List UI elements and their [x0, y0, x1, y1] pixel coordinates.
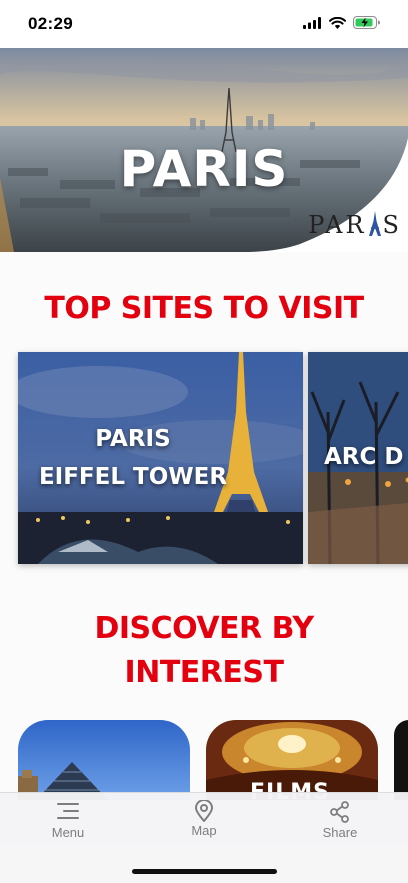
map-pin-icon [195, 800, 213, 822]
home-indicator-area [0, 844, 408, 883]
home-indicator[interactable] [132, 869, 277, 874]
status-icons [303, 16, 380, 29]
discover-title: DISCOVER BY INTEREST [0, 607, 408, 695]
site-card-eiffel-tower[interactable]: PARIS EIFFEL TOWER [18, 352, 303, 564]
discover-title-line-2: INTEREST [124, 655, 284, 690]
interest-card-films[interactable]: FILMS [206, 720, 378, 800]
louvre-image [18, 720, 190, 800]
bottom-tab-bar: Menu Map Share [0, 792, 408, 845]
battery-charging-icon [353, 16, 380, 29]
menu-icon [57, 803, 79, 819]
tab-map[interactable]: Map [136, 793, 272, 845]
tab-map-label: Map [191, 823, 217, 838]
tab-share-label: Share [322, 825, 358, 840]
interest-card-next[interactable] [394, 720, 408, 800]
tab-share[interactable]: Share [272, 793, 408, 845]
discover-title-line-1: DISCOVER BY [94, 611, 314, 646]
tab-menu[interactable]: Menu [0, 793, 136, 845]
logo-text-end: S [382, 211, 402, 239]
eiffel-logo-icon [368, 211, 381, 236]
site-card-line-1: PARIS [95, 426, 171, 452]
site-card-line-2: EIFFEL TOWER [38, 464, 228, 490]
hero-banner: PARIS PAR S [0, 48, 408, 252]
top-sites-title: TOP SITES TO VISIT [44, 291, 364, 326]
status-bar: 02:29 [0, 0, 408, 48]
site-card-arc[interactable]: ARC D [308, 352, 408, 564]
site-card-title: ARC D [324, 444, 404, 470]
site-card-title: PARIS EIFFEL TOWER [18, 420, 248, 496]
share-icon [330, 801, 349, 823]
status-time: 02:29 [28, 14, 73, 33]
tab-menu-label: Menu [51, 825, 85, 840]
signal-icon [303, 16, 321, 29]
interest-card-louvre[interactable] [18, 720, 190, 800]
logo-text: PAR [308, 211, 367, 239]
wifi-icon [329, 16, 346, 29]
paris-logo: PAR S [308, 211, 402, 239]
hero-title: PARIS [119, 140, 289, 198]
